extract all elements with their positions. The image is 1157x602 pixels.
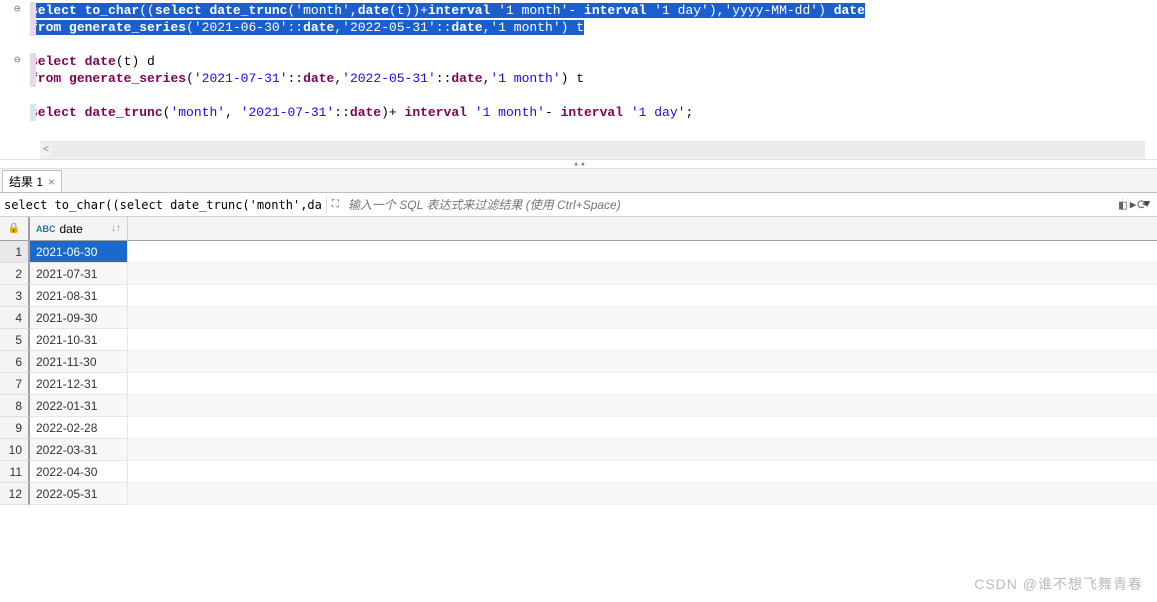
column-name: date [60,222,83,236]
grid-corner[interactable]: 🔒 [0,217,30,241]
refresh-icon[interactable]: ⟳ [1137,198,1151,212]
row-rest [128,263,1157,285]
row-header[interactable]: 3 [0,285,30,307]
grid-header-rest [128,217,1157,241]
lock-icon: 🔒 [8,223,20,234]
row-header[interactable]: 7 [0,373,30,395]
result-grid[interactable]: 🔒 ABC date ↓↑ 12021-06-3022021-07-313202… [0,217,1157,505]
filter-expression[interactable]: select to_char((select date_trunc('month… [0,198,326,212]
row-rest [128,439,1157,461]
row-header[interactable]: 11 [0,461,30,483]
cell-date[interactable]: 2021-12-31 [30,373,128,395]
row-rest [128,417,1157,439]
expand-icon[interactable]: ⛶ [326,196,344,214]
row-rest [128,351,1157,373]
cell-date[interactable]: 2022-02-28 [30,417,128,439]
row-header[interactable]: 8 [0,395,30,417]
row-header[interactable]: 6 [0,351,30,373]
column-header-date[interactable]: ABC date ↓↑ [30,217,128,241]
sql-editor[interactable]: ⊖ select to_char((select date_trunc('mon… [0,0,1157,159]
row-rest [128,395,1157,417]
pane-splitter[interactable]: ▴ ▴ [0,159,1157,169]
code-line[interactable]: select date(t) d [30,53,1157,70]
row-header[interactable]: 12 [0,483,30,505]
row-header[interactable]: 4 [0,307,30,329]
cell-date[interactable]: 2021-07-31 [30,263,128,285]
tab-label: 结果 1 [9,173,43,190]
code-line[interactable]: from generate_series('2021-07-31'::date,… [30,70,1157,87]
row-rest [128,483,1157,505]
row-rest [128,307,1157,329]
row-rest [128,241,1157,263]
panel-icon[interactable]: ◧ [1119,198,1133,212]
cell-date[interactable]: 2022-01-31 [30,395,128,417]
cell-date[interactable]: 2022-03-31 [30,439,128,461]
results-tabs: 结果 1 × [0,169,1157,193]
watermark: CSDN @谁不想飞舞青春 [974,574,1143,594]
row-header[interactable]: 5 [0,329,30,351]
fold-icon[interactable]: ⊖ [14,2,21,16]
row-header[interactable]: 9 [0,417,30,439]
fold-icon[interactable]: ⊖ [14,53,21,67]
row-rest [128,461,1157,483]
close-icon[interactable]: × [48,176,55,188]
row-header[interactable]: 1 [0,241,30,263]
row-header[interactable]: 2 [0,263,30,285]
cell-date[interactable]: 2021-11-30 [30,351,128,373]
row-header[interactable]: 10 [0,439,30,461]
code-line[interactable]: from generate_series('2021-06-30'::date,… [30,19,1157,36]
cell-date[interactable]: 2022-05-31 [30,483,128,505]
cell-date[interactable]: 2021-06-30 [30,241,128,263]
cell-date[interactable]: 2021-08-31 [30,285,128,307]
row-rest [128,329,1157,351]
sort-icon[interactable]: ↓↑ [111,223,121,234]
filter-input[interactable] [344,198,1122,212]
tab-result-1[interactable]: 结果 1 × [2,170,62,192]
filter-bar: select to_char((select date_trunc('month… [0,193,1157,217]
cell-date[interactable]: 2021-09-30 [30,307,128,329]
code-line[interactable]: select to_char((select date_trunc('month… [30,2,1157,19]
type-badge: ABC [36,224,56,234]
cell-date[interactable]: 2021-10-31 [30,329,128,351]
cell-date[interactable]: 2022-04-30 [30,461,128,483]
row-rest [128,373,1157,395]
horizontal-scrollbar[interactable]: < [40,141,1145,159]
code-line[interactable]: select date_trunc('month', '2021-07-31':… [30,104,1157,121]
row-rest [128,285,1157,307]
